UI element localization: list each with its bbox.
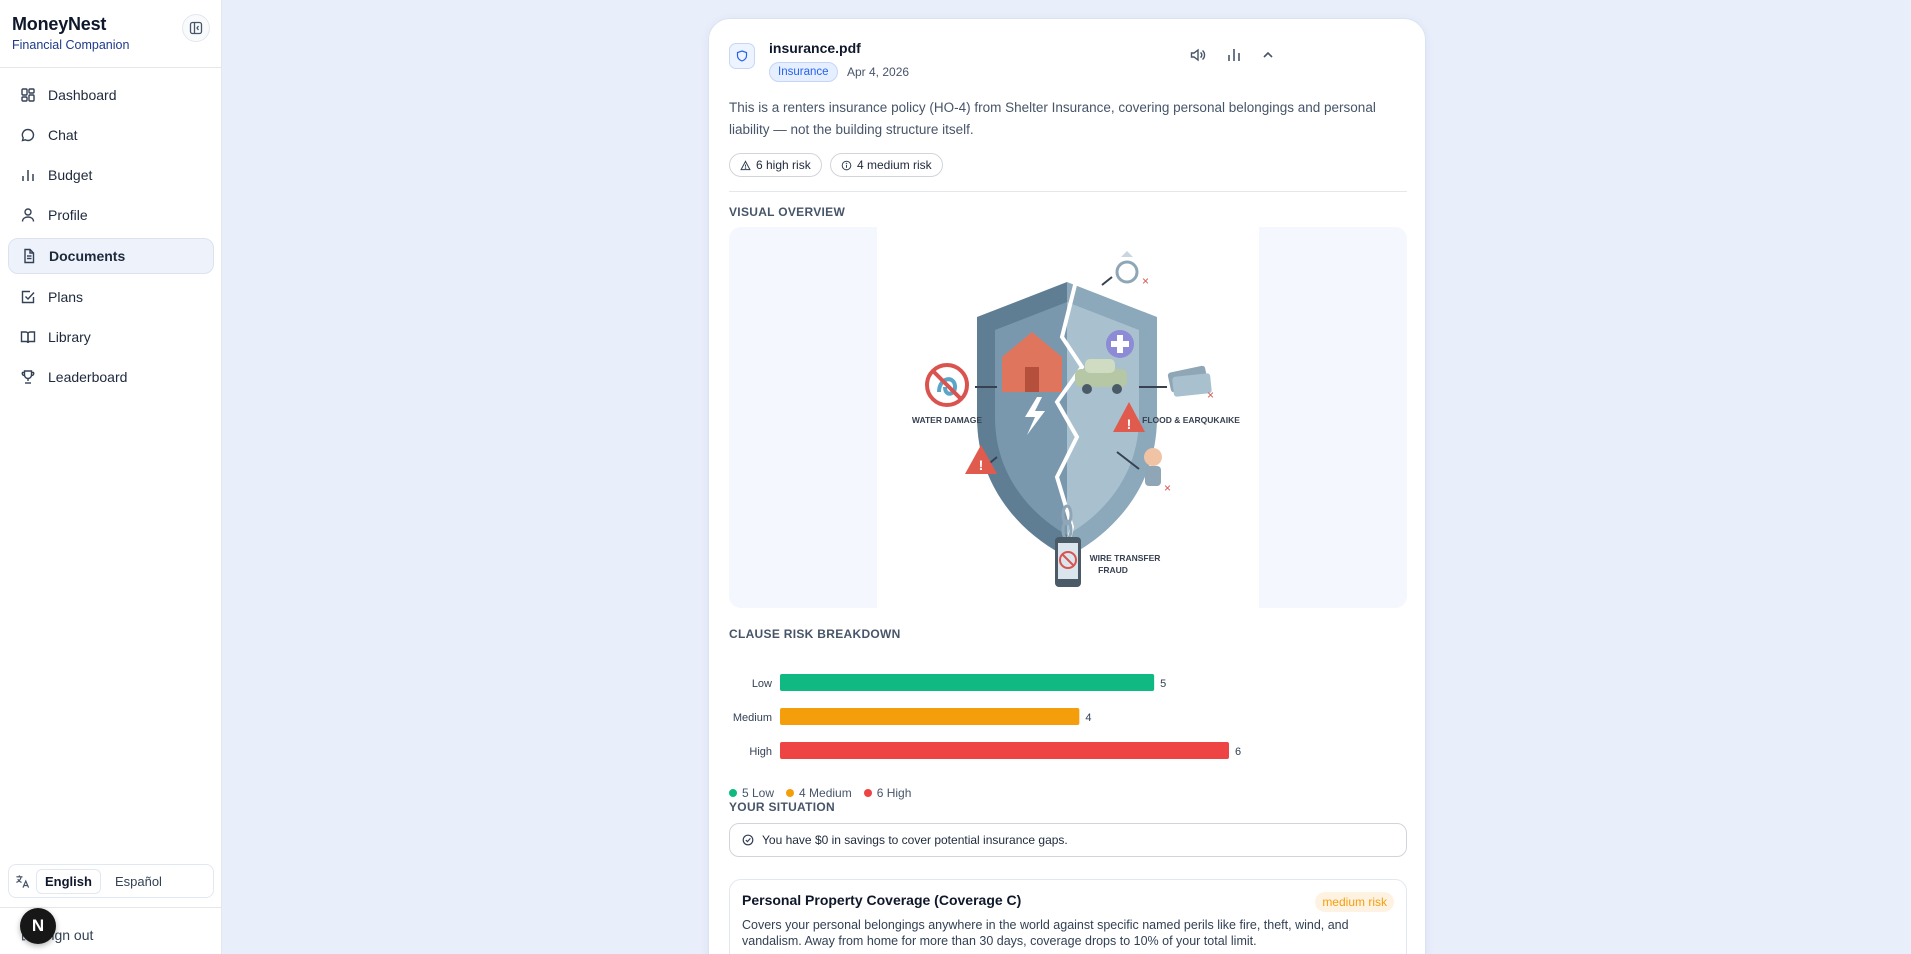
document-date: Apr 4, 2026: [847, 65, 910, 79]
chart-legend: 5 Low 4 Medium 6 High: [729, 786, 911, 800]
document-card: insurance.pdf Insurance Apr 4, 2026 This…: [708, 18, 1426, 954]
sidebar-item-leaderboard[interactable]: Leaderboard: [8, 360, 214, 394]
trophy-icon: [21, 370, 35, 384]
chart-value-label: 4: [1085, 712, 1091, 724]
checkbox-icon: [21, 290, 35, 304]
language-spanish-button[interactable]: Español: [107, 870, 170, 893]
high-risk-pill[interactable]: 6 high risk: [729, 153, 822, 177]
chart-value-label: 6: [1235, 746, 1241, 758]
chart-value-label: 5: [1160, 678, 1166, 690]
brand-name: MoneyNest: [12, 14, 107, 34]
brand-tagline: Financial Companion: [12, 38, 130, 52]
visual-overview-heading: VISUAL OVERVIEW: [729, 205, 846, 219]
chart-bar-medium: [780, 708, 1080, 725]
sidebar-item-dashboard[interactable]: Dashboard: [8, 78, 214, 112]
chat-icon: [21, 128, 35, 142]
clause-card[interactable]: Personal Property Coverage (Coverage C) …: [729, 879, 1407, 954]
fraud-label: FRAUD: [1098, 565, 1128, 575]
medium-risk-pill[interactable]: 4 medium risk: [830, 153, 943, 177]
brand: MoneyNest Financial Companion: [12, 14, 129, 52]
legend-dot: [863, 789, 872, 797]
situation-item: You have $0 in savings to cover potentia…: [729, 823, 1407, 857]
flood-earthquake-label: FLOOD & EARQUKAIKE: [1142, 415, 1240, 425]
situation-text: You have $0 in savings to cover potentia…: [762, 833, 1068, 847]
sidebar-item-label: Profile: [48, 207, 88, 223]
chart-category-label: Medium: [733, 712, 772, 724]
clause-title: Personal Property Coverage (Coverage C): [742, 892, 1022, 908]
your-situation-heading: YOUR SITUATION: [729, 800, 835, 814]
sidebar-item-label: Chat: [48, 127, 78, 143]
legend-item: 6 High: [863, 786, 912, 800]
svg-text:×: ×: [1142, 274, 1149, 288]
chart-category-label: High: [749, 746, 772, 758]
warning-icon: [740, 159, 751, 170]
water-damage-label: WATER DAMAGE: [912, 415, 983, 425]
legend-dot: [729, 789, 737, 797]
sidebar-item-label: Leaderboard: [48, 369, 128, 385]
sidebar-item-chat[interactable]: Chat: [8, 118, 214, 152]
svg-text:!: !: [979, 457, 984, 473]
sidebar-item-label: Library: [48, 329, 91, 345]
sidebar-item-label: Plans: [48, 289, 84, 305]
sidebar: MoneyNest Financial Companion Dashboard …: [0, 0, 222, 954]
document-summary: This is a renters insurance policy (HO-4…: [729, 100, 1376, 137]
legend-dot: [786, 789, 795, 797]
bar-chart-icon: [22, 170, 34, 181]
insurance-illustration: ! WATER DAMAGE ! × × FLOOD & EARQUKAIKE …: [877, 227, 1259, 608]
sidebar-item-label: Documents: [49, 248, 126, 264]
sidebar-item-budget[interactable]: Budget: [8, 158, 214, 192]
language-switcher: English Español: [8, 864, 214, 898]
language-english-button[interactable]: English: [36, 868, 101, 894]
svg-text:×: ×: [1207, 388, 1214, 402]
document-category-badge: Insurance: [769, 62, 838, 82]
svg-text:!: !: [1127, 416, 1132, 432]
sidebar-nav: Dashboard Chat Budget Profile Documents …: [8, 78, 214, 400]
book-icon: [20, 331, 36, 344]
user-icon: [21, 208, 35, 222]
sidebar-item-plans[interactable]: Plans: [8, 280, 214, 314]
sidebar-item-library[interactable]: Library: [8, 320, 214, 354]
sidebar-toggle-icon: [189, 21, 203, 35]
legend-label: 6 High: [876, 786, 912, 800]
legend-item: 4 Medium: [786, 786, 852, 800]
document-icon: [24, 248, 35, 264]
info-icon: [841, 160, 852, 170]
sidebar-item-label: Dashboard: [48, 87, 117, 103]
chart-bar-high: [780, 742, 1229, 759]
clause-description: Covers your personal belongings anywhere…: [742, 918, 1349, 948]
header-divider: [729, 191, 1407, 192]
clause-risk-heading: CLAUSE RISK BREAKDOWN: [729, 627, 901, 641]
legend-label: 5 Low: [742, 786, 775, 800]
legend-item: 5 Low: [729, 786, 774, 800]
document-filename: insurance.pdf: [769, 40, 861, 56]
next-devtools-button[interactable]: N: [20, 908, 56, 944]
chart-category-label: Low: [752, 678, 772, 690]
sidebar-item-profile[interactable]: Profile: [8, 198, 214, 232]
shield-icon: [729, 43, 755, 69]
clause-risk-badge: medium risk: [1315, 892, 1394, 912]
bar-chart-icon[interactable]: [1225, 46, 1243, 64]
sidebar-item-label: Budget: [48, 167, 93, 183]
clause-risk-chart: Low 5 Medium 4 High 6: [733, 674, 1241, 759]
collapse-sidebar-button[interactable]: [182, 14, 210, 42]
svg-text:×: ×: [1164, 481, 1171, 495]
chart-bar-low: [780, 674, 1155, 691]
wire-transfer-label: WIRE TRANSFER: [1090, 553, 1161, 563]
legend-label: 4 Medium: [799, 786, 852, 800]
check-circle-icon: [742, 834, 754, 846]
sidebar-item-documents[interactable]: Documents: [8, 238, 214, 274]
speaker-icon[interactable]: [1189, 46, 1207, 64]
dashboard-icon: [21, 88, 35, 102]
high-risk-label: 6 high risk: [756, 158, 811, 172]
medium-risk-label: 4 medium risk: [857, 158, 932, 172]
translate-icon: [16, 874, 30, 888]
sidebar-divider: [0, 67, 221, 68]
visual-overview-panel: ! WATER DAMAGE ! × × FLOOD & EARQUKAIKE …: [729, 227, 1407, 608]
chevron-up-icon[interactable]: [1259, 46, 1277, 64]
